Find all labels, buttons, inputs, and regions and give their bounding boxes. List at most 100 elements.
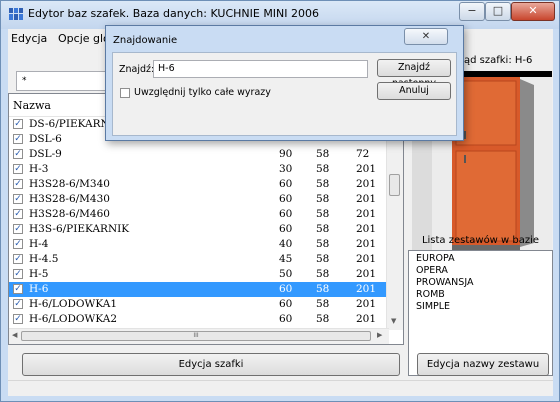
row-checkbox[interactable]: ✓ [13, 134, 23, 144]
cell-dimension: 201 [356, 238, 377, 250]
cell-nazwa: H-3 [29, 163, 49, 175]
main-window: Edytor baz szafek. Baza danych: KUCHNIE … [0, 0, 560, 402]
whole-words-label: Uwzględnij tylko całe wyrazy [134, 87, 271, 98]
cell-nazwa: H-6/LODOWKA2 [29, 313, 118, 325]
cell-dimension: 60 [279, 223, 293, 235]
cell-dimension: 58 [316, 163, 330, 175]
cell-dimension: 201 [356, 208, 377, 220]
row-checkbox[interactable]: ✓ [13, 149, 23, 159]
row-checkbox[interactable]: ✓ [13, 119, 23, 129]
table-row[interactable]: ✓ H-5 50 58 201 [9, 267, 389, 282]
cell-dimension: 58 [316, 223, 330, 235]
table-row[interactable]: ✓ H3S-6/PIEKARNIK 60 58 201 [9, 222, 389, 237]
cancel-button[interactable]: Anuluj [377, 82, 451, 100]
cell-nazwa: H-4 [29, 238, 49, 250]
cell-nazwa: H-6 [29, 283, 49, 295]
row-checkbox[interactable]: ✓ [13, 284, 23, 294]
cell-dimension: 60 [279, 283, 293, 295]
find-label: Znajdź: [119, 64, 155, 75]
window-title: Edytor baz szafek. Baza danych: KUCHNIE … [28, 7, 320, 20]
column-header-nazwa[interactable]: Nazwa [13, 99, 51, 112]
cell-nazwa: H-5 [29, 268, 49, 280]
set-list-item[interactable]: OPERA [416, 265, 448, 277]
minimize-button[interactable]: − [459, 2, 485, 21]
cell-dimension: 58 [316, 298, 330, 310]
app-icon [9, 8, 23, 20]
horizontal-scrollbar[interactable]: ◀ III ▶ [9, 328, 389, 344]
cell-dimension: 58 [316, 148, 330, 160]
row-checkbox[interactable]: ✓ [13, 209, 23, 219]
cell-dimension: 58 [316, 193, 330, 205]
dialog-title: Znajdowanie [113, 35, 178, 46]
scroll-right-icon[interactable]: ▶ [377, 331, 382, 339]
row-checkbox[interactable]: ✓ [13, 314, 23, 324]
scroll-down-icon[interactable]: ▼ [391, 317, 396, 325]
cell-dimension: 58 [316, 268, 330, 280]
scroll-left-icon[interactable]: ◀ [12, 331, 17, 339]
table-row[interactable]: ✓ H3S28-6/M460 60 58 201 [9, 207, 389, 222]
table-row[interactable]: ✓ H-4.5 45 58 201 [9, 252, 389, 267]
set-list-item[interactable]: SIMPLE [416, 301, 450, 313]
cell-dimension: 90 [279, 148, 293, 160]
cell-dimension: 58 [316, 208, 330, 220]
row-checkbox[interactable]: ✓ [13, 224, 23, 234]
cell-nazwa: H-4.5 [29, 253, 59, 265]
cell-nazwa: H-6/LODOWKA1 [29, 298, 118, 310]
cell-dimension: 201 [356, 178, 377, 190]
cell-nazwa: H3S28-6/M460 [29, 208, 110, 220]
cell-dimension: 72 [356, 148, 370, 160]
close-button[interactable]: ✕ [511, 2, 555, 21]
cell-dimension: 45 [279, 253, 293, 265]
cell-dimension: 60 [279, 178, 293, 190]
cell-nazwa: H3S-6/PIEKARNIK [29, 223, 130, 235]
row-checkbox[interactable]: ✓ [13, 299, 23, 309]
set-list-item[interactable]: EUROPA [416, 253, 455, 265]
table-row[interactable]: ✓ H3S28-6/M340 60 58 201 [9, 177, 389, 192]
row-checkbox[interactable]: ✓ [13, 269, 23, 279]
cell-nazwa: H3S28-6/M340 [29, 178, 110, 190]
cell-dimension: 201 [356, 268, 377, 280]
cell-nazwa: H3S28-6/M430 [29, 193, 110, 205]
cell-dimension: 201 [356, 283, 377, 295]
cell-dimension: 58 [316, 253, 330, 265]
cell-dimension: 58 [316, 178, 330, 190]
set-list-item[interactable]: PROWANSJA [416, 277, 473, 289]
edit-cabinet-button[interactable]: Edycja szafki [22, 353, 400, 376]
table-row[interactable]: ✓ H-6/LODOWKA2 60 58 201 [9, 312, 389, 327]
scroll-thumb[interactable] [389, 174, 400, 196]
table-row[interactable]: ✓ H3S28-6/M430 60 58 201 [9, 192, 389, 207]
table-row[interactable]: ✓ H-6/LODOWKA1 60 58 201 [9, 297, 389, 312]
cell-dimension: 58 [316, 283, 330, 295]
filter-combo[interactable]: * [16, 71, 116, 91]
find-dialog: Znajdowanie ✕ Znajdź: H-6 Uwzględnij tyl… [105, 25, 464, 141]
cell-dimension: 60 [279, 313, 293, 325]
cell-dimension: 50 [279, 268, 293, 280]
maximize-button[interactable]: □ [485, 2, 511, 21]
find-next-button[interactable]: Znajdź następny [377, 59, 451, 89]
cell-nazwa: DSL-9 [29, 148, 62, 160]
row-checkbox[interactable]: ✓ [13, 179, 23, 189]
cell-dimension: 201 [356, 313, 377, 325]
cell-dimension: 58 [316, 313, 330, 325]
whole-words-checkbox[interactable] [120, 88, 130, 98]
find-input[interactable]: H-6 [153, 60, 368, 78]
hscroll-thumb[interactable]: III [21, 331, 371, 341]
table-row-selected[interactable]: ✓ H-6 60 58 201 [9, 282, 389, 297]
table-row[interactable]: ✓ H-4 40 58 201 [9, 237, 389, 252]
row-checkbox[interactable]: ✓ [13, 194, 23, 204]
table-row[interactable]: ✓ H-3 30 58 201 [9, 162, 389, 177]
set-list-item[interactable]: ROMB [416, 289, 445, 301]
cell-dimension: 201 [356, 298, 377, 310]
cell-dimension: 201 [356, 193, 377, 205]
row-checkbox[interactable]: ✓ [13, 239, 23, 249]
cell-dimension: 30 [279, 163, 293, 175]
cell-dimension: 201 [356, 253, 377, 265]
edit-set-name-button[interactable]: Edycja nazwy zestawu [417, 353, 549, 376]
cell-dimension: 40 [279, 238, 293, 250]
cell-dimension: 60 [279, 193, 293, 205]
row-checkbox[interactable]: ✓ [13, 254, 23, 264]
menu-edycja[interactable]: Edycja [11, 32, 47, 45]
table-row[interactable]: ✓ DSL-9 90 58 72 [9, 147, 389, 162]
row-checkbox[interactable]: ✓ [13, 164, 23, 174]
dialog-close-button[interactable]: ✕ [404, 28, 448, 45]
